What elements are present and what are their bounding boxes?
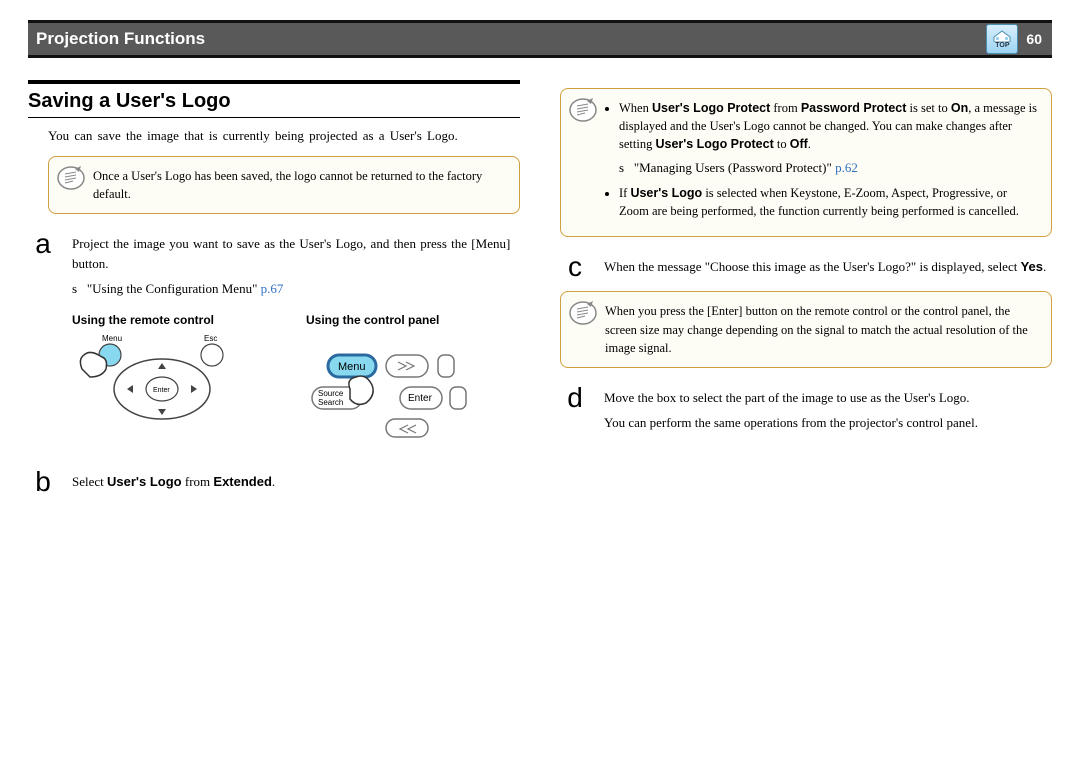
- page-ref-link[interactable]: p.62: [835, 160, 858, 175]
- note-box-3: When you press the [Enter] button on the…: [560, 291, 1052, 367]
- manual-page: Projection Functions TOP 60 Saving a Use…: [0, 0, 1080, 506]
- note-bullet-1: When User's Logo Protect from Password P…: [619, 99, 1037, 178]
- right-column: When User's Logo Protect from Password P…: [560, 80, 1052, 506]
- control-panel-illustration: Menu SourceSearch Enter: [306, 329, 486, 439]
- step-d-body: Move the box to select the part of the i…: [604, 384, 1052, 433]
- note-text: When you press the [Enter] button on the…: [605, 304, 1028, 354]
- remote-control-illustration: Menu Esc Enter: [72, 329, 242, 439]
- note-icon: [57, 165, 85, 191]
- svg-text:Menu: Menu: [338, 361, 366, 373]
- note-box-1: Once a User's Logo has been saved, the l…: [48, 156, 520, 214]
- page-number: 60: [1026, 31, 1042, 47]
- remote-sub-heading: Using the remote control: [72, 311, 286, 329]
- header-title: Projection Functions: [36, 29, 205, 49]
- note-text: Once a User's Logo has been saved, the l…: [93, 169, 482, 201]
- svg-text:SourceSearch: SourceSearch: [318, 389, 344, 407]
- svg-text:Enter: Enter: [153, 387, 170, 394]
- content-columns: Saving a User's Logo You can save the im…: [28, 80, 1052, 506]
- panel-sub-heading: Using the control panel: [306, 311, 520, 329]
- step-a-body: Project the image you want to save as th…: [72, 230, 520, 458]
- illus-panel: Using the control panel Menu SourceSearc…: [306, 303, 520, 445]
- note-bullet-2: If User's Logo is selected when Keystone…: [619, 184, 1037, 220]
- step-letter-d: d: [560, 384, 590, 433]
- step-d: d Move the box to select the part of the…: [560, 384, 1052, 433]
- step-b-body: Select User's Logo from Extended.: [72, 468, 520, 496]
- top-icon[interactable]: TOP: [986, 24, 1018, 54]
- step-a-text: Project the image you want to save as th…: [72, 236, 510, 271]
- house-icon: [993, 30, 1011, 42]
- note-icon: [569, 97, 597, 123]
- left-column: Saving a User's Logo You can save the im…: [28, 80, 520, 506]
- section-heading: Saving a User's Logo: [28, 80, 520, 118]
- note-list: When User's Logo Protect from Password P…: [605, 99, 1037, 220]
- step-a: a Project the image you want to save as …: [28, 230, 520, 458]
- illus-remote: Using the remote control Menu Esc: [72, 303, 286, 445]
- note-ref: s "Managing Users (Password Protect)" p.…: [619, 159, 1037, 178]
- step-a-ref: s "Using the Configuration Menu" p.67: [72, 279, 520, 299]
- step-letter-a: a: [28, 230, 58, 458]
- svg-text:Enter: Enter: [408, 393, 433, 404]
- header-bar: Projection Functions TOP 60: [28, 20, 1052, 58]
- intro-text: You can save the image that is currently…: [28, 128, 520, 144]
- page-ref-link[interactable]: p.67: [261, 281, 284, 296]
- header-right: TOP 60: [986, 24, 1042, 54]
- step-letter-c: c: [560, 253, 590, 281]
- svg-text:Menu: Menu: [102, 334, 122, 343]
- step-c: c When the message "Choose this image as…: [560, 253, 1052, 281]
- note-box-2: When User's Logo Protect from Password P…: [560, 88, 1052, 237]
- note-icon: [569, 300, 597, 326]
- illustration-row: Using the remote control Menu Esc: [72, 303, 520, 445]
- step-letter-b: b: [28, 468, 58, 496]
- svg-text:Esc: Esc: [204, 334, 217, 343]
- step-b: b Select User's Logo from Extended.: [28, 468, 520, 496]
- step-c-body: When the message "Choose this image as t…: [604, 253, 1052, 281]
